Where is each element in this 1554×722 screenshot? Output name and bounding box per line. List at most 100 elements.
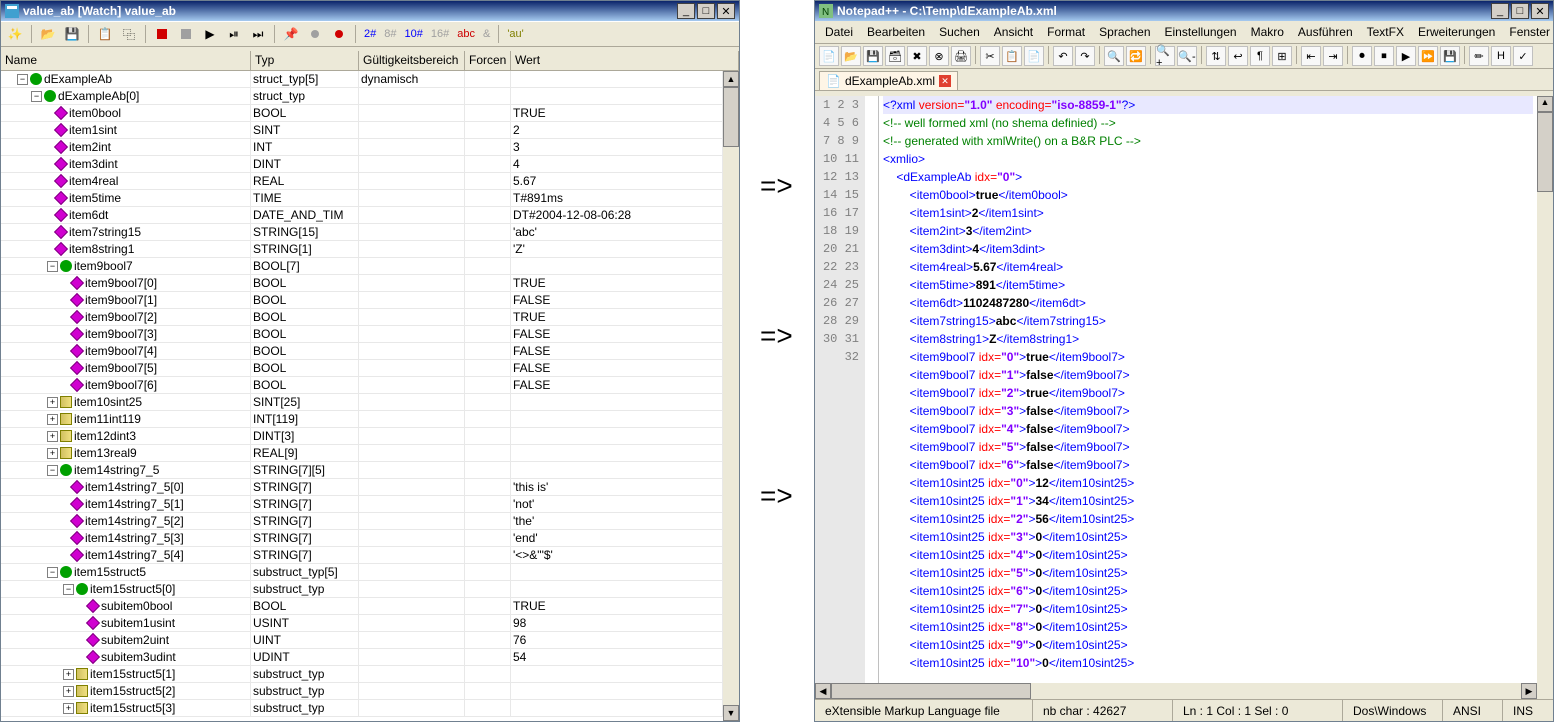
table-row[interactable]: +item15struct5[2]substruct_typ bbox=[1, 683, 723, 700]
macro-save-icon[interactable]: 💾 bbox=[1440, 46, 1460, 66]
npp-minimize-button[interactable]: _ bbox=[1491, 3, 1509, 19]
base8-button[interactable]: 8# bbox=[382, 28, 398, 40]
tree-toggle-icon[interactable]: + bbox=[47, 414, 58, 425]
redo-icon[interactable]: ↷ bbox=[1075, 46, 1095, 66]
macro-stop-icon[interactable]: ⏹ bbox=[1374, 46, 1394, 66]
hscroll-right-icon[interactable]: ▶ bbox=[1521, 683, 1537, 699]
code-editor[interactable]: <?xml version="1.0" encoding="iso-8859-1… bbox=[879, 96, 1537, 699]
table-row[interactable]: −dExampleAbstruct_typ[5]dynamisch bbox=[1, 71, 723, 88]
table-row[interactable]: item0boolBOOLTRUE bbox=[1, 105, 723, 122]
dot-red-icon[interactable] bbox=[329, 24, 349, 44]
tree-toggle-icon[interactable]: + bbox=[63, 703, 74, 714]
table-row[interactable]: −item9bool7BOOL[7] bbox=[1, 258, 723, 275]
menu-einstellungen[interactable]: Einstellungen bbox=[1159, 23, 1243, 41]
paste-icon[interactable]: 📄 bbox=[1024, 46, 1044, 66]
table-row[interactable]: item14string7_5[1]STRING[7]'not' bbox=[1, 496, 723, 513]
skip-icon[interactable]: ⏭ bbox=[248, 24, 268, 44]
replace-icon[interactable]: 🔁 bbox=[1126, 46, 1146, 66]
table-row[interactable]: subitem1usintUSINT98 bbox=[1, 615, 723, 632]
col-header-scope[interactable]: Gültigkeitsbereich bbox=[359, 51, 465, 70]
cut-icon[interactable]: ✂ bbox=[980, 46, 1000, 66]
npp-close-button[interactable]: ✕ bbox=[1531, 3, 1549, 19]
menu-sprachen[interactable]: Sprachen bbox=[1093, 23, 1156, 41]
table-row[interactable]: +item13real9REAL[9] bbox=[1, 445, 723, 462]
scroll-up-icon[interactable]: ▲ bbox=[723, 71, 739, 87]
menu-makro[interactable]: Makro bbox=[1245, 23, 1290, 41]
zoom-out-icon[interactable]: 🔍- bbox=[1177, 46, 1197, 66]
base2-button[interactable]: 2# bbox=[362, 28, 378, 40]
minimize-button[interactable]: _ bbox=[677, 3, 695, 19]
indent-right-icon[interactable]: ⇥ bbox=[1323, 46, 1343, 66]
menu-suchen[interactable]: Suchen bbox=[933, 23, 986, 41]
table-row[interactable]: item6dtDATE_AND_TIMDT#2004-12-08-06:28 bbox=[1, 207, 723, 224]
spell-icon[interactable]: ✓ bbox=[1513, 46, 1533, 66]
npp-maximize-button[interactable]: □ bbox=[1511, 3, 1529, 19]
tree-toggle-icon[interactable]: + bbox=[63, 686, 74, 697]
amp-button[interactable]: & bbox=[481, 28, 492, 40]
table-row[interactable]: item9bool7[2]BOOLTRUE bbox=[1, 309, 723, 326]
highlight-icon[interactable]: ✏ bbox=[1469, 46, 1489, 66]
table-row[interactable]: item9bool7[0]BOOLTRUE bbox=[1, 275, 723, 292]
print-icon[interactable]: 🖨 bbox=[951, 46, 971, 66]
table-row[interactable]: item9bool7[4]BOOLFALSE bbox=[1, 343, 723, 360]
table-row[interactable]: +item11int119INT[119] bbox=[1, 411, 723, 428]
menu-format[interactable]: Format bbox=[1041, 23, 1091, 41]
new-icon[interactable]: 📄 bbox=[819, 46, 839, 66]
table-row[interactable]: item8string1STRING[1]'Z' bbox=[1, 241, 723, 258]
menu-textfx[interactable]: TextFX bbox=[1361, 23, 1410, 41]
tree-toggle-icon[interactable]: + bbox=[47, 431, 58, 442]
dup-icon[interactable]: ⿻ bbox=[119, 24, 139, 44]
tree-toggle-icon[interactable]: + bbox=[47, 397, 58, 408]
record-icon[interactable] bbox=[152, 24, 172, 44]
table-row[interactable]: item7string15STRING[15]'abc' bbox=[1, 224, 723, 241]
table-row[interactable]: item2intINT3 bbox=[1, 139, 723, 156]
close-all-icon[interactable]: ⊗ bbox=[929, 46, 949, 66]
pin-icon[interactable]: 📌 bbox=[281, 24, 301, 44]
abc-button[interactable]: abc bbox=[455, 28, 477, 40]
table-row[interactable]: subitem2uintUINT76 bbox=[1, 632, 723, 649]
menu-fenster[interactable]: Fenster bbox=[1503, 23, 1554, 41]
table-row[interactable]: item9bool7[5]BOOLFALSE bbox=[1, 360, 723, 377]
menu-datei[interactable]: Datei bbox=[819, 23, 859, 41]
sync-icon[interactable]: ⇅ bbox=[1206, 46, 1226, 66]
save-file-icon[interactable]: 💾 bbox=[863, 46, 883, 66]
hscroll-thumb[interactable] bbox=[831, 683, 1031, 699]
menu-erweiterungen[interactable]: Erweiterungen bbox=[1412, 23, 1501, 41]
menu-ausführen[interactable]: Ausführen bbox=[1292, 23, 1359, 41]
col-header-force[interactable]: Forcen bbox=[465, 51, 511, 70]
au-button[interactable]: 'au' bbox=[505, 28, 525, 40]
table-row[interactable]: +item12dint3DINT[3] bbox=[1, 428, 723, 445]
table-row[interactable]: item5timeTIMET#891ms bbox=[1, 190, 723, 207]
undo-icon[interactable]: ↶ bbox=[1053, 46, 1073, 66]
col-header-wert[interactable]: Wert bbox=[511, 51, 739, 70]
menu-ansicht[interactable]: Ansicht bbox=[988, 23, 1039, 41]
table-row[interactable]: subitem0boolBOOLTRUE bbox=[1, 598, 723, 615]
indent-left-icon[interactable]: ⇤ bbox=[1301, 46, 1321, 66]
table-row[interactable]: −dExampleAb[0]struct_typ bbox=[1, 88, 723, 105]
play-icon[interactable]: ▶ bbox=[200, 24, 220, 44]
npp-scroll-up-icon[interactable]: ▲ bbox=[1537, 96, 1553, 112]
table-row[interactable]: item9bool7[6]BOOLFALSE bbox=[1, 377, 723, 394]
table-row[interactable]: item9bool7[3]BOOLFALSE bbox=[1, 326, 723, 343]
open-file-icon[interactable]: 📂 bbox=[841, 46, 861, 66]
vertical-scrollbar[interactable]: ▲ ▼ bbox=[723, 71, 739, 721]
tree-toggle-icon[interactable]: − bbox=[17, 74, 28, 85]
save-all-icon[interactable]: 🗃 bbox=[885, 46, 905, 66]
table-row[interactable]: +item10sint25SINT[25] bbox=[1, 394, 723, 411]
scroll-down-icon[interactable]: ▼ bbox=[723, 705, 739, 721]
tab-file[interactable]: 📄 dExampleAb.xml ✕ bbox=[819, 71, 958, 90]
copy-icon[interactable]: 📋 bbox=[95, 24, 115, 44]
chars-icon[interactable]: ¶ bbox=[1250, 46, 1270, 66]
hex-icon[interactable]: H bbox=[1491, 46, 1511, 66]
tree-toggle-icon[interactable]: − bbox=[31, 91, 42, 102]
scroll-thumb[interactable] bbox=[723, 87, 739, 147]
base10-button[interactable]: 10# bbox=[403, 28, 425, 40]
menu-bearbeiten[interactable]: Bearbeiten bbox=[861, 23, 931, 41]
macro-rec-icon[interactable]: ⏺ bbox=[1352, 46, 1372, 66]
tab-close-icon[interactable]: ✕ bbox=[939, 75, 951, 87]
tree-toggle-icon[interactable]: − bbox=[47, 465, 58, 476]
table-row[interactable]: item4realREAL5.67 bbox=[1, 173, 723, 190]
table-row[interactable]: item14string7_5[2]STRING[7]'the' bbox=[1, 513, 723, 530]
open-icon[interactable]: 📂 bbox=[38, 24, 58, 44]
dot-grey-icon[interactable] bbox=[305, 24, 325, 44]
